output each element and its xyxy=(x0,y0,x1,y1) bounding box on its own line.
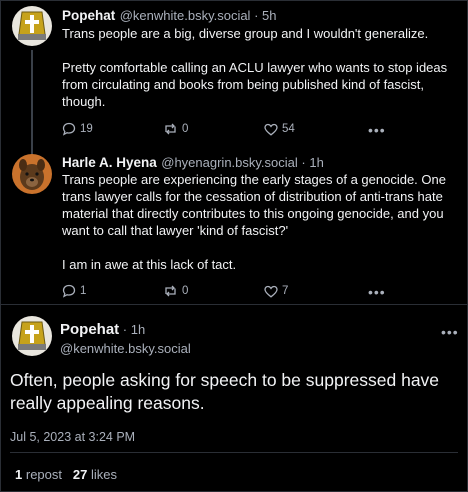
like-icon xyxy=(264,285,278,298)
reply-button[interactable]: 19 xyxy=(62,121,93,137)
post-header: Popehat @kenwhite.bsky.social · 5h xyxy=(62,7,276,25)
repost-label: repost xyxy=(25,467,62,482)
like-count: 54 xyxy=(282,123,295,135)
author-handle[interactable]: @hyenagrin.bsky.social xyxy=(161,155,298,170)
author-name[interactable]: Popehat xyxy=(62,8,115,23)
post-actions: 1 0 7 ••• xyxy=(62,283,462,299)
thread-line xyxy=(31,50,33,155)
reply-count: 19 xyxy=(80,123,93,135)
repost-count: 1 xyxy=(15,467,23,482)
hyena-avatar-icon xyxy=(12,154,52,194)
avatar-harle[interactable] xyxy=(12,154,52,194)
reply-icon xyxy=(62,122,76,136)
author-name[interactable]: Popehat xyxy=(60,321,119,338)
more-icon: ••• xyxy=(368,284,386,300)
post-timestamp: Jul 5, 2023 at 3:24 PM xyxy=(10,430,136,444)
separator: · xyxy=(250,8,263,23)
like-count: 27 xyxy=(72,467,88,482)
popehat-avatar-icon xyxy=(12,6,52,46)
post-actions: 19 0 54 ••• xyxy=(62,121,462,137)
focused-post-header: Popehat · 1h xyxy=(60,321,145,339)
like-label: likes xyxy=(90,467,117,482)
post-time[interactable]: 1h xyxy=(309,155,323,170)
more-options-button[interactable]: ••• xyxy=(441,324,459,340)
author-handle[interactable]: @kenwhite.bsky.social xyxy=(120,8,251,23)
repost-stat[interactable]: 1 repost xyxy=(15,467,62,482)
more-options-button[interactable]: ••• xyxy=(368,122,386,138)
post-popehat-1[interactable]: Popehat @kenwhite.bsky.social · 5h Trans… xyxy=(0,0,468,155)
like-button[interactable]: 7 xyxy=(264,283,288,299)
engagement-stats: 1 repost 27 likes xyxy=(15,467,117,482)
like-count: 7 xyxy=(282,285,289,297)
more-icon: ••• xyxy=(441,324,459,340)
like-stat[interactable]: 27 likes xyxy=(73,467,117,482)
more-icon: ••• xyxy=(368,122,386,138)
separator: · xyxy=(119,322,131,337)
repost-button[interactable]: 0 xyxy=(163,283,188,299)
divider xyxy=(10,452,458,453)
focused-post: Popehat · 1h @kenwhite.bsky.social ••• O… xyxy=(0,305,468,492)
post-text: Trans people are a big, diverse group an… xyxy=(62,26,448,109)
repost-count: 0 xyxy=(182,285,189,297)
repost-icon xyxy=(165,285,176,297)
avatar-popehat[interactable] xyxy=(12,316,52,356)
avatar-popehat[interactable] xyxy=(12,6,52,46)
focused-post-text: Often, people asking for speech to be su… xyxy=(10,370,440,413)
reply-count: 1 xyxy=(80,285,87,297)
repost-count: 0 xyxy=(182,123,189,135)
author-handle[interactable]: @kenwhite.bsky.social xyxy=(60,341,191,356)
post-time[interactable]: 1h xyxy=(131,322,145,337)
post-text: Trans people are experiencing the early … xyxy=(62,172,446,272)
post-harle[interactable]: Harle A. Hyena @hyenagrin.bsky.social · … xyxy=(0,150,468,302)
like-icon xyxy=(264,123,278,136)
reply-button[interactable]: 1 xyxy=(62,283,86,299)
repost-icon xyxy=(165,123,176,135)
reply-icon xyxy=(62,284,76,298)
separator: · xyxy=(297,155,310,170)
popehat-avatar-icon xyxy=(12,316,52,356)
post-header: Harle A. Hyena @hyenagrin.bsky.social · … xyxy=(62,154,324,172)
post-time[interactable]: 5h xyxy=(262,8,276,23)
like-button[interactable]: 54 xyxy=(264,121,295,137)
repost-button[interactable]: 0 xyxy=(163,121,188,137)
author-name[interactable]: Harle A. Hyena xyxy=(62,155,157,170)
more-options-button[interactable]: ••• xyxy=(368,284,386,300)
